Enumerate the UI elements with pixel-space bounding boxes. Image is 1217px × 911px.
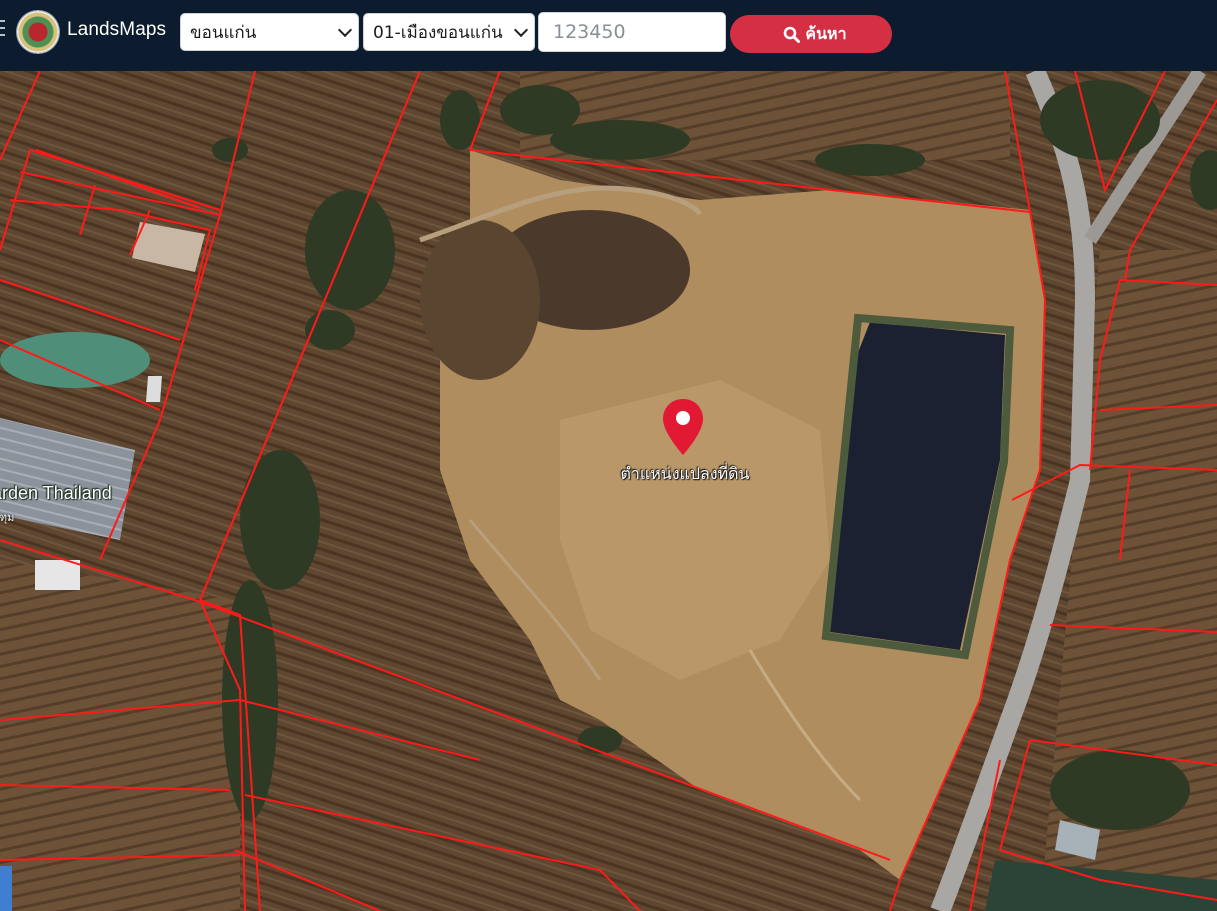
logo-emblem[interactable] [17, 11, 59, 53]
district-select[interactable]: 01-เมืองขอนแก่น [363, 13, 535, 51]
satellite-map[interactable]: arden Thailand ฑุม [0, 71, 1217, 911]
poi-sublabel: ฑุม [0, 511, 15, 524]
top-navigation-bar: LandsMaps ขอนแก่น 01-เมืองขอนแก่น ค้นหา [0, 0, 1217, 71]
brand-name[interactable]: LandsMaps [67, 19, 166, 41]
province-select-value: ขอนแก่น [190, 22, 257, 43]
map-imagery [0, 71, 1217, 911]
parcel-number-input[interactable] [538, 12, 726, 52]
menu-icon[interactable] [0, 20, 5, 36]
search-button[interactable]: ค้นหา [730, 15, 892, 53]
poi-label[interactable]: arden Thailand [0, 483, 112, 504]
pin-label: ตำแหน่งแปลงที่ดิน [620, 464, 750, 483]
search-button-label: ค้นหา [805, 23, 847, 43]
district-select-value: 01-เมืองขอนแก่น [373, 22, 503, 43]
location-pin-icon[interactable] [660, 397, 706, 457]
search-icon [784, 26, 801, 43]
side-panel-toggle[interactable] [0, 866, 12, 911]
chevron-down-icon [337, 22, 353, 38]
province-select[interactable]: ขอนแก่น [180, 13, 359, 51]
chevron-down-icon [513, 22, 529, 38]
